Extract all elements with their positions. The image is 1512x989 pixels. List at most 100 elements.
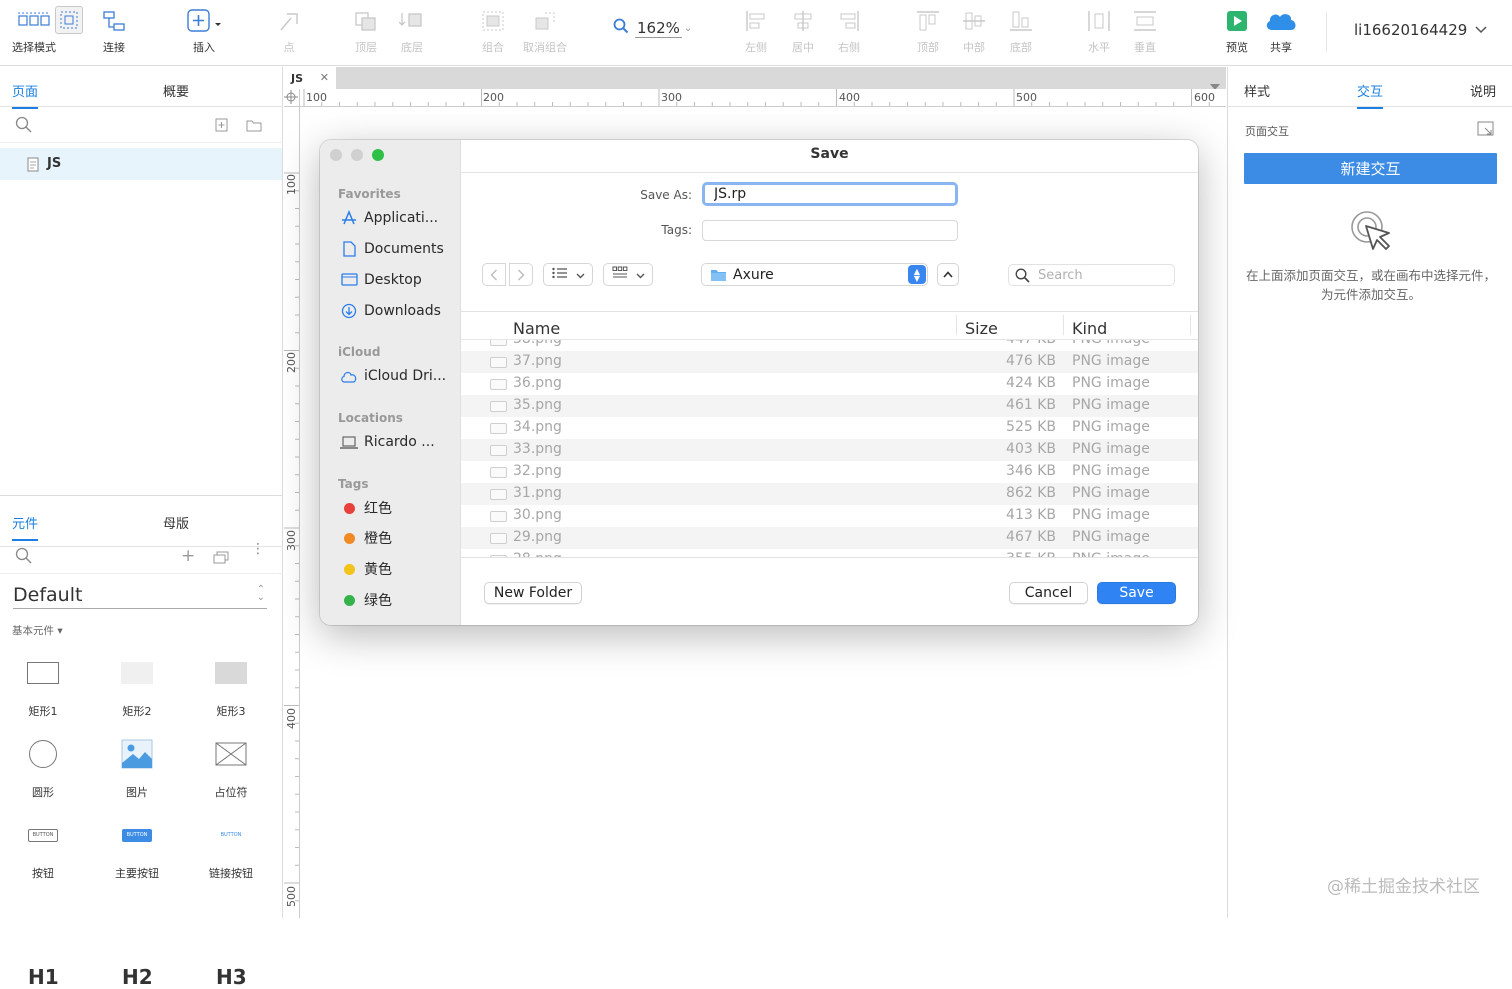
sidebar-tag-red[interactable]: 红色: [340, 497, 392, 519]
minimize-window-button[interactable]: [351, 149, 363, 161]
table-row[interactable]: 32.png 346 KB PNG image: [461, 461, 1198, 483]
send-to-back-button[interactable]: 底层: [399, 8, 425, 58]
ruler-corner[interactable]: [284, 89, 300, 107]
sidebar-item-applications[interactable]: Applicati...: [340, 207, 438, 229]
search-icon[interactable]: [15, 116, 32, 137]
sidebar-item-desktop[interactable]: Desktop: [340, 269, 422, 291]
widget-rect1[interactable]: 矩形1: [3, 653, 83, 719]
bring-to-front-icon: [353, 8, 379, 34]
search-field[interactable]: Search: [1008, 264, 1175, 286]
widget-circle[interactable]: 圆形: [3, 734, 83, 800]
library-select[interactable]: Default ⌃ ⌄: [13, 584, 267, 609]
user-menu[interactable]: li16620164429: [1354, 21, 1487, 39]
column-kind[interactable]: Kind: [1072, 319, 1107, 338]
more-options-icon[interactable]: ⋮: [251, 542, 265, 556]
document-tab-js[interactable]: JS ✕: [284, 67, 336, 89]
column-name[interactable]: Name: [513, 319, 560, 338]
select-contained-button[interactable]: [55, 6, 83, 56]
tab-style[interactable]: 样式: [1244, 81, 1270, 100]
page-item-js[interactable]: JS: [0, 148, 282, 180]
table-row[interactable]: 31.png 862 KB PNG image: [461, 483, 1198, 505]
zoom-window-button[interactable]: [372, 149, 384, 161]
sidebar-item-documents[interactable]: Documents: [340, 238, 444, 260]
chevron-down-icon: [636, 268, 645, 282]
view-mode-list-button[interactable]: [543, 263, 593, 286]
save-button[interactable]: Save: [1097, 582, 1176, 604]
insert-icon: [186, 8, 222, 34]
sidebar-tag-orange[interactable]: 橙色: [340, 527, 392, 549]
add-library-icon[interactable]: +: [181, 546, 195, 566]
widget-h2[interactable]: H2: [122, 965, 153, 989]
tags-field[interactable]: [702, 220, 958, 241]
location-select[interactable]: Axure ▲ ▼: [701, 263, 928, 286]
back-button[interactable]: [482, 263, 506, 286]
sidebar-item-computer[interactable]: Ricardo ...: [340, 431, 435, 453]
table-row[interactable]: 37.png 476 KB PNG image: [461, 351, 1198, 373]
zoom-control[interactable]: 162% ⌄: [613, 18, 692, 38]
file-name: 28.png: [513, 551, 562, 557]
widget-rect2[interactable]: 矩形2: [97, 653, 177, 719]
sidebar-tag-yellow[interactable]: 黄色: [340, 558, 392, 580]
file-size: 413 KB: [1006, 507, 1056, 523]
widget-link-button[interactable]: BUTTON 链接按钮: [191, 815, 271, 881]
tab-outline[interactable]: 概要: [163, 81, 189, 100]
align-left-button[interactable]: 左侧: [743, 8, 769, 58]
widget-image[interactable]: 图片: [97, 734, 177, 800]
distribute-vertical-button[interactable]: 垂直: [1132, 8, 1158, 58]
forward-button[interactable]: [509, 263, 533, 286]
table-row[interactable]: 33.png 403 KB PNG image: [461, 439, 1198, 461]
file-list: 38.png447 KBPNG image37.png476 KBPNG ima…: [461, 329, 1198, 557]
group-by-button[interactable]: [603, 263, 653, 286]
bring-to-front-button[interactable]: 顶层: [353, 8, 379, 58]
close-window-button[interactable]: [330, 149, 342, 161]
tags-header: Tags: [338, 477, 369, 491]
section-basic-widgets[interactable]: 基本元件 ▾: [12, 623, 63, 638]
sidebar-item-downloads[interactable]: Downloads: [340, 300, 441, 322]
new-interaction-button[interactable]: 新建交互: [1244, 153, 1497, 184]
tab-notes[interactable]: 说明: [1470, 81, 1496, 100]
close-icon[interactable]: ✕: [320, 71, 329, 84]
search-icon[interactable]: [15, 547, 32, 568]
align-middle-button[interactable]: 中部: [961, 8, 987, 58]
select-mode-button[interactable]: 选择模式: [12, 8, 56, 58]
widget-h3[interactable]: H3: [216, 965, 247, 989]
add-folder-icon[interactable]: [246, 117, 262, 136]
new-folder-button[interactable]: New Folder: [484, 582, 582, 604]
preview-button[interactable]: 预览: [1224, 8, 1250, 58]
align-center-button[interactable]: 居中: [790, 8, 816, 58]
add-page-icon[interactable]: [215, 117, 228, 136]
table-row[interactable]: 36.png 424 KB PNG image: [461, 373, 1198, 395]
share-button[interactable]: 共享: [1264, 8, 1298, 58]
distribute-horizontal-button[interactable]: 水平: [1086, 8, 1112, 58]
widget-rect3[interactable]: 矩形3: [191, 653, 271, 719]
tab-pages[interactable]: 页面: [12, 81, 39, 109]
tab-interaction[interactable]: 交互: [1357, 81, 1384, 109]
group-button[interactable]: 组合: [480, 8, 506, 58]
widget-button[interactable]: BUTTON 按钮: [3, 815, 83, 881]
align-bottom-button[interactable]: 底部: [1008, 8, 1034, 58]
widget-placeholder[interactable]: 占位符: [191, 734, 271, 800]
tab-masters[interactable]: 母版: [163, 513, 189, 532]
table-row[interactable]: 30.png 413 KB PNG image: [461, 505, 1198, 527]
expand-collapse-button[interactable]: [937, 263, 959, 286]
table-row[interactable]: 35.png 461 KB PNG image: [461, 395, 1198, 417]
table-row[interactable]: 29.png 467 KB PNG image: [461, 527, 1198, 549]
tab-widgets[interactable]: 元件: [12, 513, 39, 541]
cancel-button[interactable]: Cancel: [1009, 582, 1088, 604]
ungroup-button[interactable]: 取消组合: [523, 8, 567, 58]
library-copy-icon[interactable]: [213, 549, 229, 568]
widget-h1[interactable]: H1: [28, 965, 59, 989]
table-row[interactable]: 34.png 525 KB PNG image: [461, 417, 1198, 439]
save-as-field[interactable]: [702, 182, 958, 206]
sidebar-item-icloud-drive[interactable]: iCloud Dri...: [340, 365, 446, 387]
align-top-button[interactable]: 顶部: [915, 8, 941, 58]
expand-icon[interactable]: [1477, 121, 1494, 140]
column-size[interactable]: Size: [965, 319, 998, 338]
point-button[interactable]: 点: [276, 8, 302, 58]
widget-primary-button[interactable]: BUTTON 主要按钮: [97, 815, 177, 881]
sidebar-tag-green[interactable]: 绿色: [340, 589, 392, 611]
insert-button[interactable]: 插入: [186, 8, 222, 58]
align-right-button[interactable]: 右侧: [836, 8, 862, 58]
table-row[interactable]: 28.png 355 KB PNG image: [461, 549, 1198, 557]
connect-button[interactable]: 连接: [101, 8, 127, 58]
